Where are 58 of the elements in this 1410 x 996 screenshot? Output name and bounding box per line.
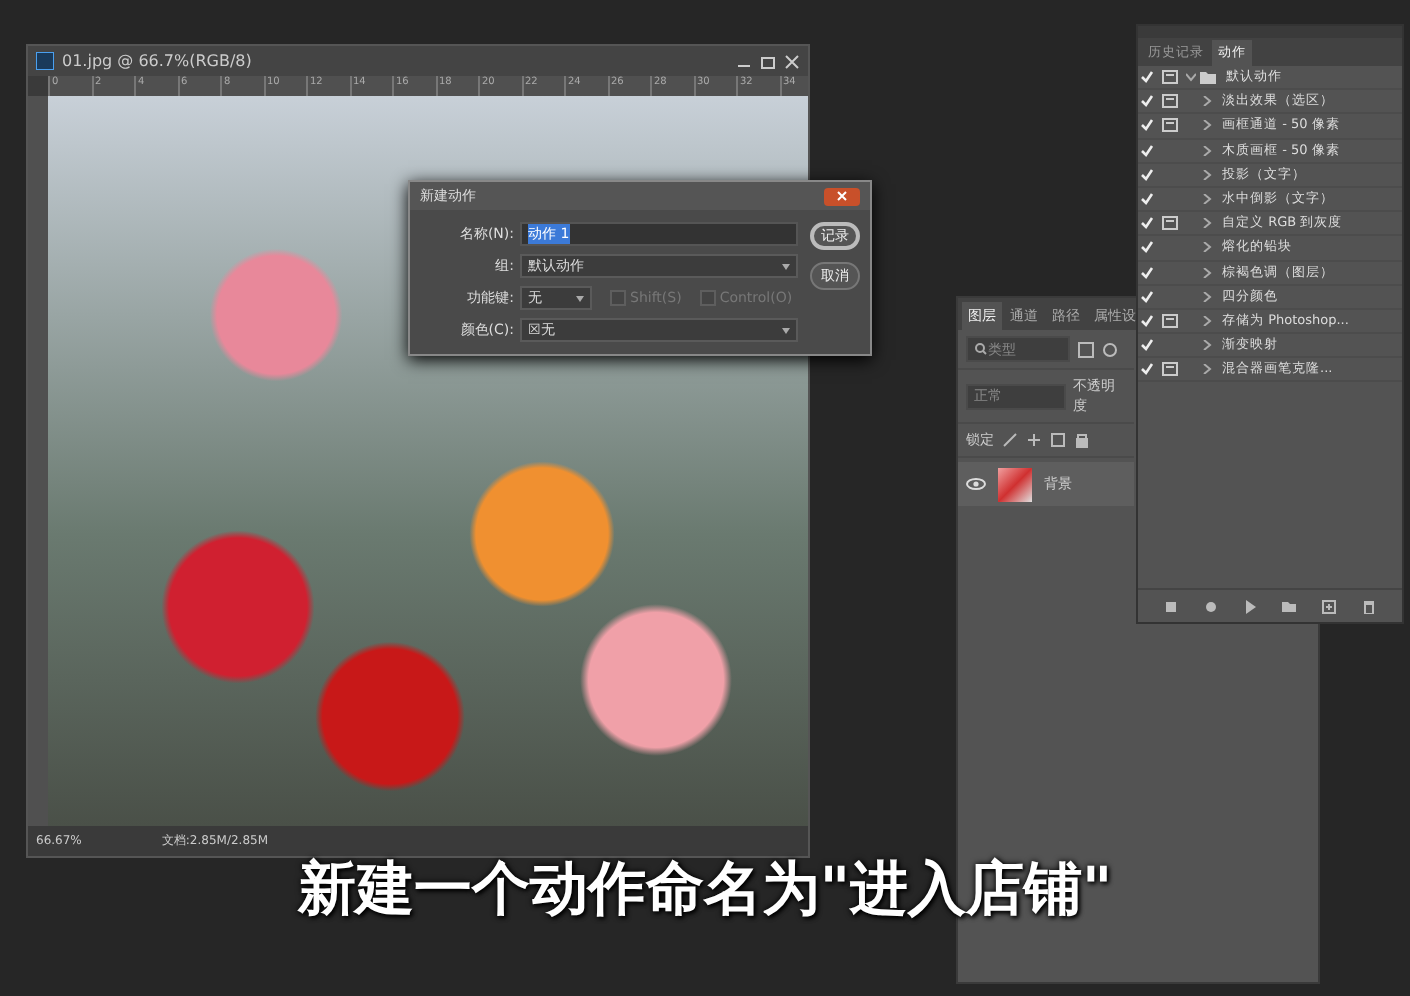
collapsed-caret-icon[interactable] bbox=[1202, 291, 1212, 302]
play-icon[interactable] bbox=[1243, 599, 1258, 613]
dialog-toggle-icon[interactable] bbox=[1161, 313, 1177, 328]
dialog-toggle-icon[interactable] bbox=[1161, 118, 1177, 133]
dialog-toggle-icon[interactable] bbox=[1161, 94, 1177, 109]
collapsed-caret-icon[interactable] bbox=[1202, 120, 1212, 131]
check-icon[interactable] bbox=[1140, 167, 1154, 182]
dialog-toggle-icon[interactable] bbox=[1161, 362, 1177, 377]
app-logo-icon bbox=[36, 52, 54, 70]
caret-icon bbox=[782, 263, 791, 269]
maximize-icon[interactable] bbox=[760, 53, 776, 69]
record-icon[interactable] bbox=[1203, 599, 1218, 613]
eye-icon[interactable] bbox=[966, 476, 986, 492]
new-item-icon[interactable] bbox=[1322, 599, 1337, 613]
collapsed-caret-icon[interactable] bbox=[1202, 194, 1212, 205]
lock-icon[interactable] bbox=[1074, 432, 1090, 448]
dialog-toggle-icon[interactable] bbox=[1161, 70, 1177, 85]
close-icon bbox=[836, 190, 848, 202]
trash-icon[interactable] bbox=[1362, 599, 1377, 613]
check-icon[interactable] bbox=[1140, 289, 1154, 304]
stop-icon[interactable] bbox=[1163, 599, 1178, 613]
collapsed-caret-icon[interactable] bbox=[1202, 169, 1212, 180]
close-button[interactable] bbox=[824, 187, 860, 205]
brush-icon[interactable] bbox=[1002, 432, 1018, 448]
collapsed-caret-icon[interactable] bbox=[1202, 145, 1212, 156]
document-title: 01.jpg @ 66.7%(RGB/8) bbox=[62, 52, 254, 70]
check-icon[interactable] bbox=[1140, 70, 1154, 85]
check-icon[interactable] bbox=[1140, 94, 1154, 109]
expanded-caret-icon[interactable] bbox=[1186, 72, 1196, 83]
check-icon[interactable] bbox=[1140, 216, 1154, 231]
check-icon[interactable] bbox=[1140, 313, 1154, 328]
collapsed-caret-icon[interactable] bbox=[1202, 340, 1212, 351]
check-icon[interactable] bbox=[1140, 192, 1154, 207]
move-icon[interactable] bbox=[1026, 432, 1042, 448]
check-icon[interactable] bbox=[1140, 240, 1154, 255]
collapsed-caret-icon[interactable] bbox=[1202, 364, 1212, 375]
dialog-toggle-icon[interactable] bbox=[1161, 216, 1177, 231]
collapsed-caret-icon[interactable] bbox=[1202, 218, 1212, 229]
collapsed-caret-icon[interactable] bbox=[1202, 242, 1212, 253]
check-icon[interactable] bbox=[1140, 265, 1154, 280]
collapsed-caret-icon[interactable] bbox=[1202, 315, 1212, 326]
check-icon[interactable] bbox=[1140, 143, 1154, 158]
collapsed-caret-icon[interactable] bbox=[1202, 267, 1212, 278]
folder-icon[interactable] bbox=[1282, 599, 1297, 613]
caret-icon bbox=[576, 295, 584, 301]
layer-thumbnail bbox=[998, 467, 1032, 501]
check-icon[interactable] bbox=[1140, 338, 1154, 353]
collapsed-caret-icon[interactable] bbox=[1202, 96, 1212, 107]
caret-icon bbox=[782, 327, 791, 333]
artboard-icon[interactable] bbox=[1050, 432, 1066, 448]
folder-icon bbox=[1200, 70, 1216, 85]
check-icon[interactable] bbox=[1140, 118, 1154, 133]
check-icon[interactable] bbox=[1140, 362, 1154, 377]
subtitle-caption: 新建一个动作命名为"进入店铺" bbox=[297, 852, 1113, 926]
circle-filter-icon[interactable] bbox=[1102, 341, 1118, 357]
search-icon bbox=[974, 342, 988, 356]
image-filter-icon[interactable] bbox=[1078, 341, 1094, 357]
close-icon[interactable] bbox=[784, 53, 800, 69]
